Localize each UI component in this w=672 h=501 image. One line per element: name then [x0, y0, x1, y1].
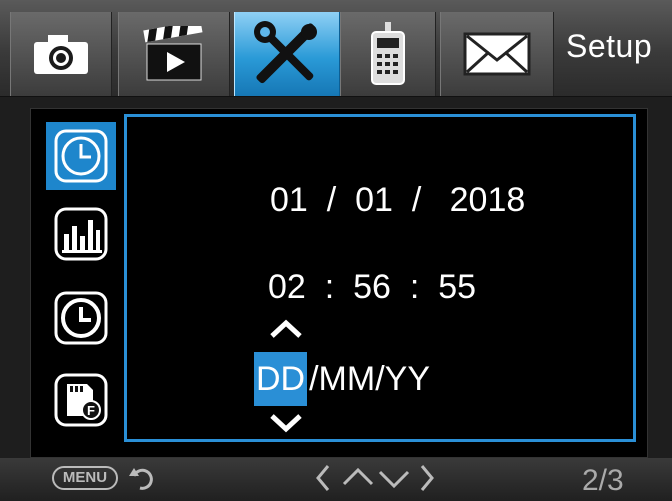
sidebar-item-date-time[interactable]	[46, 122, 116, 190]
menu-button-hint: MENU	[52, 466, 118, 490]
date-row: 01 / 01 / 2018	[270, 181, 525, 220]
clock-icon	[54, 129, 108, 183]
cellular-phone-icon	[371, 22, 405, 85]
tab-cellular[interactable]	[340, 12, 436, 96]
time-second[interactable]: 55	[438, 268, 476, 306]
sidebar-item-format[interactable]: F	[46, 366, 116, 434]
camera-icon	[34, 35, 88, 74]
chevron-down-icon[interactable]	[268, 412, 304, 434]
top-tab-bar: Setup	[0, 0, 672, 97]
tab-message[interactable]	[440, 12, 554, 96]
time-minute[interactable]: 56	[353, 268, 391, 306]
tab-video[interactable]	[118, 12, 230, 96]
bar-chart-icon	[54, 207, 108, 261]
video-clapper-icon	[143, 26, 203, 81]
tab-setup[interactable]	[234, 12, 340, 96]
svg-text:F: F	[87, 403, 95, 418]
sd-card-format-icon: F	[54, 373, 108, 427]
sidebar-item-statistics[interactable]	[46, 200, 116, 268]
date-separator: /	[326, 181, 337, 219]
tab-camera[interactable]	[10, 12, 112, 96]
date-year[interactable]: 2018	[450, 181, 526, 219]
back-arrow-icon	[129, 468, 153, 490]
time-row: 02 : 56 : 55	[268, 268, 476, 307]
sidebar-item-timer[interactable]	[46, 284, 116, 352]
date-day[interactable]: 01	[270, 181, 308, 219]
date-format-selector[interactable]: DD/MM/YY	[254, 352, 430, 406]
settings-sidebar: F	[40, 118, 124, 448]
time-separator: :	[324, 268, 335, 306]
date-month[interactable]: 01	[355, 181, 393, 219]
date-format-rest: /MM/YY	[309, 359, 431, 398]
page-title: Setup	[566, 28, 653, 64]
time-separator: :	[409, 268, 420, 306]
tools-icon	[254, 21, 317, 84]
chevron-up-icon[interactable]	[268, 318, 304, 340]
page-indicator: 2/3	[582, 464, 624, 497]
time-hour[interactable]: 02	[268, 268, 306, 306]
envelope-icon	[463, 32, 531, 76]
date-format-selected[interactable]: DD	[254, 352, 308, 406]
navigation-arrows-icon	[316, 465, 434, 491]
timer-clock-icon	[54, 291, 108, 345]
date-separator: /	[411, 181, 422, 219]
